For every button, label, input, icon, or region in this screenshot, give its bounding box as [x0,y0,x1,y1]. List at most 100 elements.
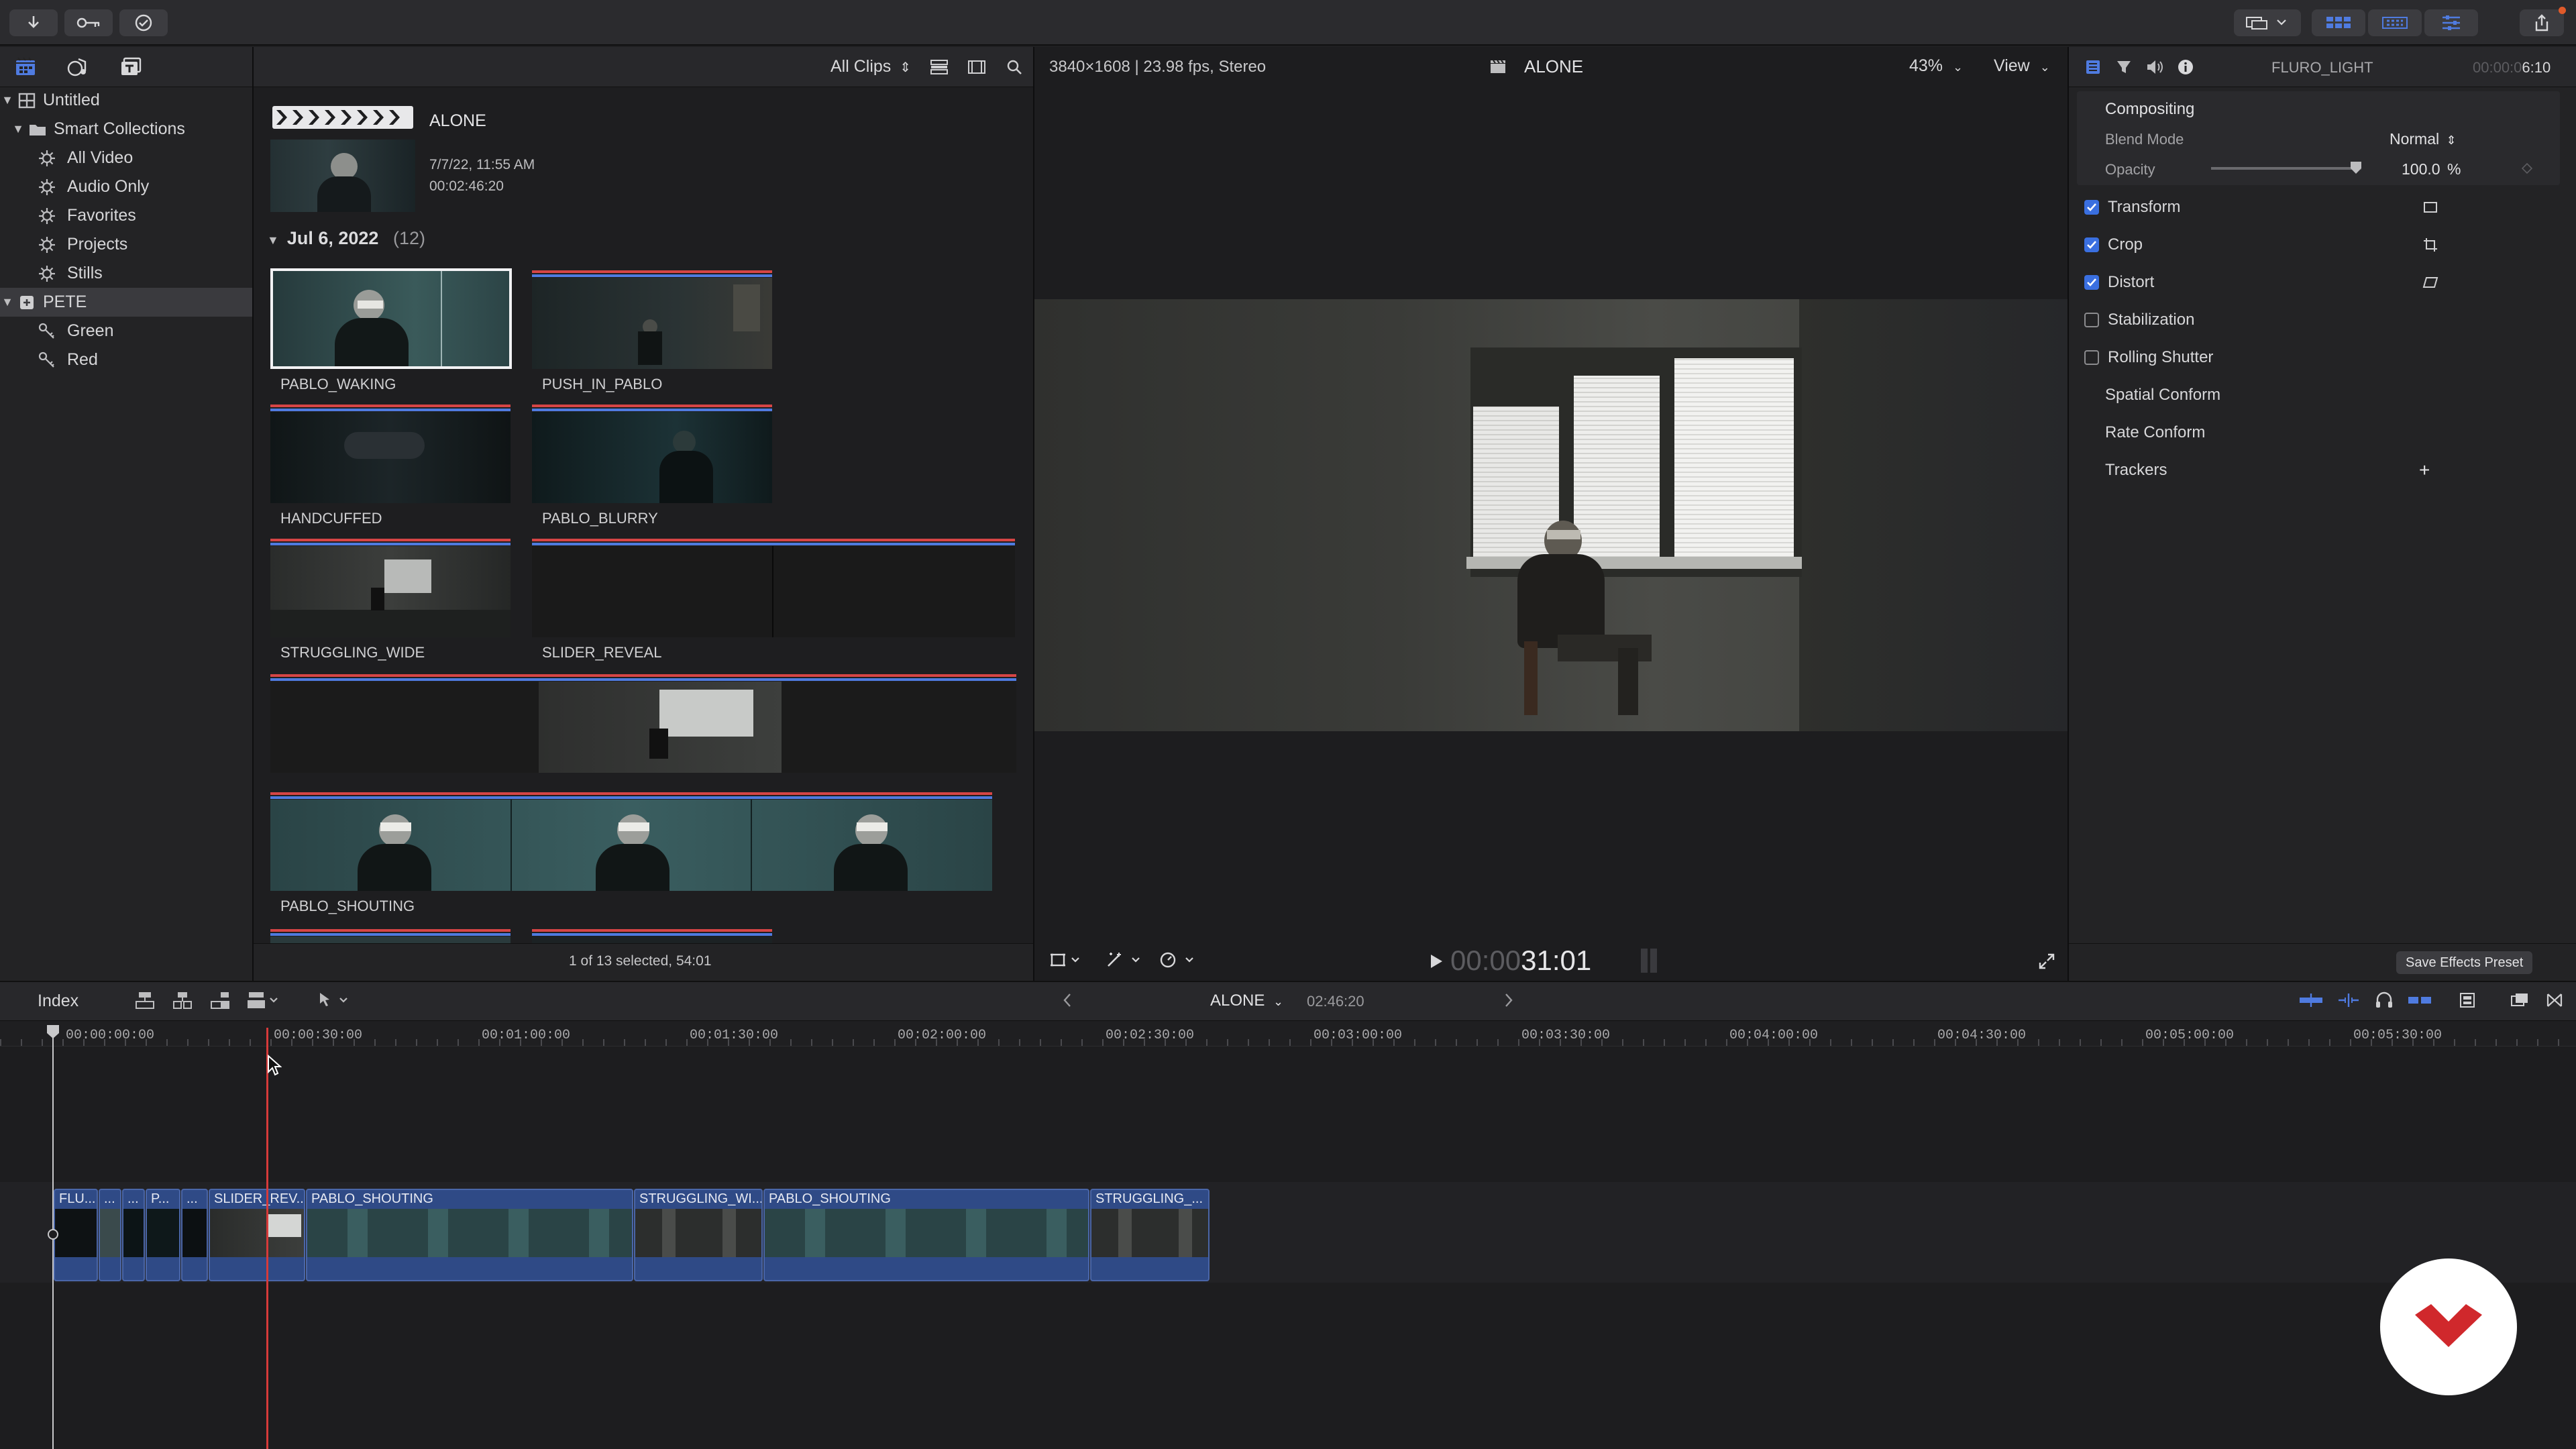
timeline-clip[interactable]: STRUGGLING_... [1090,1189,1210,1281]
timeline-clip[interactable]: P... [146,1189,180,1281]
play-icon[interactable] [1426,951,1446,971]
titles-generators-tab-icon[interactable] [118,54,145,80]
timeline-clip[interactable]: FLU... [54,1189,98,1281]
clip-appearance-timeline-icon[interactable] [2455,990,2479,1010]
transitions-browser-icon[interactable] [2542,990,2567,1010]
timeline-clip[interactable]: ... [122,1189,145,1281]
smart-collection-item[interactable]: All Video [0,144,252,172]
event-pete[interactable]: ▼ PETE [0,288,252,317]
crop-onscreen-icon[interactable] [2422,237,2439,253]
select-tool-icon[interactable] [314,989,354,1012]
date-group-header[interactable]: ▼ Jul 6, 2022 (12) [267,228,425,249]
libraries-toggle-icon[interactable] [2312,9,2365,36]
background-tasks-icon[interactable] [119,9,168,36]
keyword-collection-item[interactable]: Red [0,345,252,374]
timeline-clip[interactable]: ... [181,1189,208,1281]
distort-checkbox[interactable] [2084,275,2099,290]
timeline-clip[interactable]: PABLO_SHOUTING [306,1189,633,1281]
smart-collection-item[interactable]: Projects [0,230,252,259]
insert-clip-icon[interactable] [169,989,196,1012]
smart-collection-item[interactable]: Favorites [0,201,252,230]
clip-appearance-icon[interactable] [927,56,951,78]
keyframe-diamond-icon[interactable] [2520,161,2534,176]
audio-skimming-icon[interactable] [2334,990,2363,1010]
skimmer-line[interactable] [266,1028,268,1449]
transform-row[interactable]: Transform [2073,189,2563,226]
transform-tool-icon[interactable] [1048,950,1084,970]
distort-row[interactable]: Distort [2073,264,2563,301]
connect-clip-icon[interactable] [131,989,158,1012]
stabilization-row[interactable]: Stabilization [2073,301,2563,339]
clip-tile[interactable]: PABLO_WAKING [270,268,512,396]
clip-tile[interactable]: HANDCUFFED [270,402,512,530]
clip-tile[interactable]: STRUGGLING_WIDE [270,537,512,664]
disclosure-triangle-icon[interactable]: ▼ [0,295,15,309]
snapping-icon[interactable] [2406,990,2434,1010]
photos-audio-tab-icon[interactable] [64,54,91,80]
timeline-clip[interactable]: PABLO_SHOUTING [763,1189,1089,1281]
keywords-icon[interactable] [64,9,113,36]
distort-onscreen-icon[interactable] [2422,274,2439,290]
disclosure-triangle-icon[interactable]: ▼ [11,122,25,136]
video-inspector-tab-icon[interactable] [2082,56,2104,78]
audio-inspector-tab-icon[interactable] [2144,56,2165,78]
filmstrip-view-icon[interactable] [965,56,989,78]
rolling-shutter-row[interactable]: Rolling Shutter [2073,339,2563,376]
add-tracker-button[interactable]: + [2419,460,2430,481]
project-name[interactable]: ALONE [429,111,486,131]
solo-headphones-icon[interactable] [2372,990,2396,1010]
stabilization-checkbox[interactable] [2084,313,2099,327]
transform-onscreen-icon[interactable] [2422,199,2439,215]
import-icon[interactable] [9,9,58,36]
overwrite-clip-icon[interactable] [244,989,284,1012]
clip-tile[interactable]: PABLO_SHOUTING [270,790,994,918]
search-icon[interactable] [1002,56,1026,78]
smart-collection-item[interactable]: Audio Only [0,172,252,201]
retime-icon[interactable] [1158,950,1198,970]
libraries-tab-icon[interactable] [12,54,39,80]
keyword-collection-item[interactable]: Green [0,317,252,345]
skimming-icon[interactable] [2297,990,2325,1010]
compositing-header[interactable]: Compositing [2105,100,2194,119]
opacity-value-field[interactable]: 100.0 % [2402,160,2461,178]
clip-tile[interactable]: PUSH_IN_PABLO [532,268,773,396]
clip-tile-partial[interactable] [270,927,511,943]
rolling-shutter-checkbox[interactable] [2084,350,2099,365]
enhancements-icon[interactable] [1104,950,1144,970]
color-inspector-tab-icon[interactable] [2113,56,2135,78]
smart-collection-item[interactable]: Stills [0,259,252,288]
crop-checkbox[interactable] [2084,237,2099,252]
info-inspector-tab-icon[interactable] [2175,56,2196,78]
timeline-back-icon[interactable] [1059,990,1076,1010]
clip-tile[interactable]: PABLO_BLURRY [532,402,773,530]
clip-filter-popup[interactable]: All Clips ⇕ [830,57,911,76]
blend-mode-popup[interactable]: Normal ⇕ [2390,130,2457,148]
media-import-icon[interactable] [2234,9,2301,36]
clip-tile[interactable] [270,672,1016,773]
timeline-index-toggle-icon[interactable] [2508,990,2532,1010]
timeline-clip[interactable]: ... [99,1189,121,1281]
disclosure-triangle-icon[interactable]: ▼ [0,93,15,107]
fullscreen-icon[interactable] [2037,951,2057,971]
timeline-project-popup[interactable]: ALONE ⌄ [1210,991,1283,1010]
opacity-slider[interactable] [2211,162,2361,174]
spatial-conform-row[interactable]: Spatial Conform [2073,376,2563,414]
transform-checkbox[interactable] [2084,200,2099,215]
share-icon[interactable] [2520,7,2566,36]
timeline-toggle-icon[interactable] [2368,9,2422,36]
inspector-toggle-icon[interactable] [2424,9,2478,36]
rate-conform-row[interactable]: Rate Conform [2073,414,2563,451]
crop-row[interactable]: Crop [2073,226,2563,264]
save-effects-preset-button[interactable]: Save Effects Preset [2396,951,2533,974]
project-thumbnail[interactable] [270,140,415,212]
view-menu[interactable]: View ⌄ [1994,56,2050,76]
library-root[interactable]: ▼ Untitled [0,86,252,115]
append-clip-icon[interactable] [207,989,233,1012]
playhead-timecode[interactable]: 00:0031:01 [1450,945,1591,977]
timeline-clip[interactable]: STRUGGLING_WI... [634,1189,763,1281]
trackers-row[interactable]: Trackers + [2073,451,2563,489]
clip-tile[interactable]: SLIDER_REVEAL [532,537,1015,664]
timeline-clip[interactable]: SLIDER_REV... [209,1189,305,1281]
clip-tile-partial[interactable] [532,927,772,943]
smart-collections-folder[interactable]: ▼ Smart Collections [0,115,252,144]
